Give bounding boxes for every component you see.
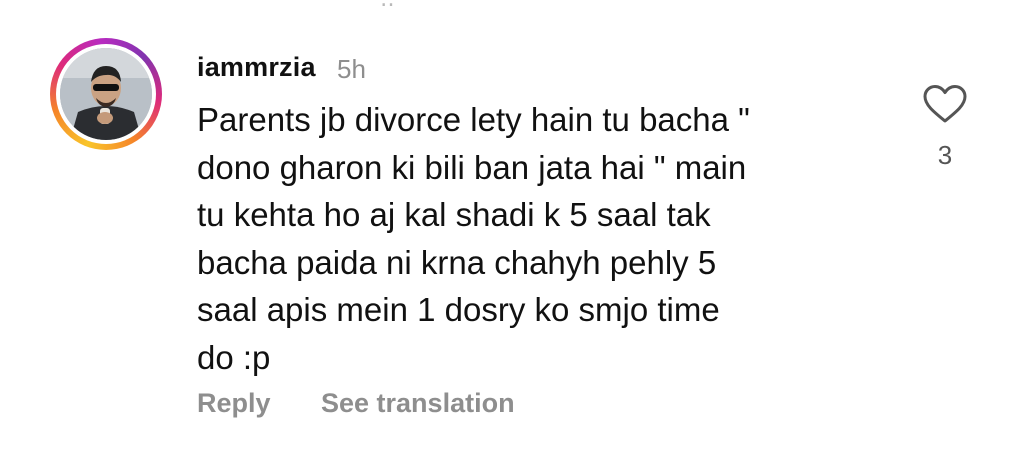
reply-button[interactable]: Reply <box>197 388 271 419</box>
comment-line: saal apis mein 1 dosry ko smjo time <box>197 291 720 328</box>
comment-line: bacha paida ni krna chahyh pehly 5 <box>197 243 717 281</box>
see-translation-button[interactable]: See translation <box>321 388 515 419</box>
comment-line: Parents jb divorce lety hain tu bacha " <box>197 101 750 138</box>
comment-line: tu kehta ho aj kal shadi k 5 saal tak <box>197 196 711 233</box>
comment-text: Parents jb divorce lety hain tu bacha " … <box>197 96 857 381</box>
heart-outline-icon <box>923 85 967 123</box>
like-button[interactable] <box>922 84 968 124</box>
comment-line: dono gharon ki bili ban jata hai " main <box>197 148 747 186</box>
like-count: 3 <box>937 140 953 170</box>
username[interactable]: iammrzia <box>197 52 316 83</box>
avatar-story-ring[interactable] <box>50 38 162 150</box>
previous-comment-fragment: ‥ ʻ <box>380 0 406 12</box>
comment-timestamp: 5h <box>337 54 366 84</box>
avatar[interactable] <box>60 48 152 140</box>
avatar-photo-icon <box>60 48 152 140</box>
comment-line: do :p <box>197 338 271 376</box>
